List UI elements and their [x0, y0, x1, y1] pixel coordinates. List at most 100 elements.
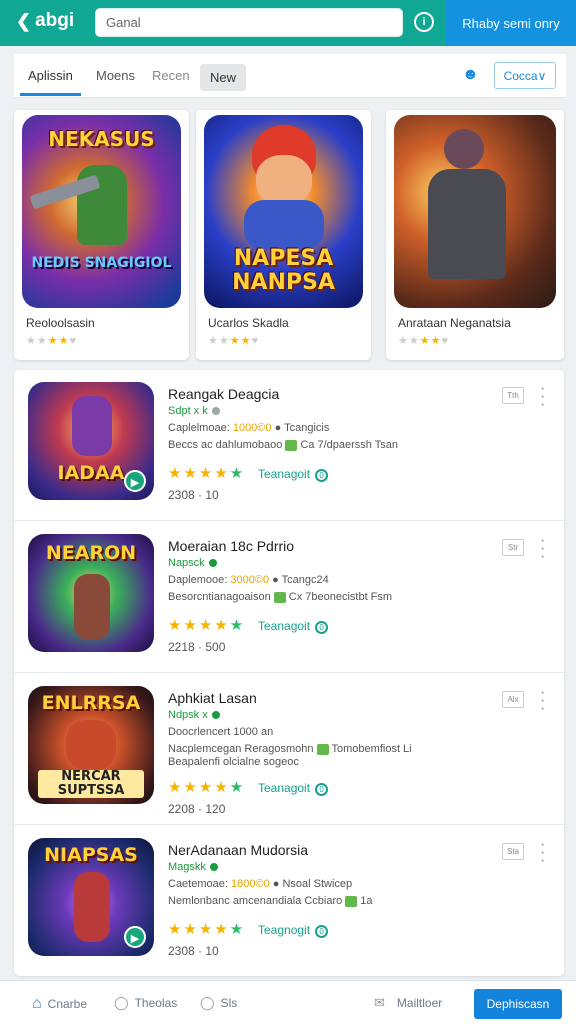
- thumb-title: NEARON: [45, 542, 137, 564]
- item-description: Nemlonbanc amcenandiala Ccbiaro 1a: [168, 895, 373, 907]
- app-thumbnail: NIAPSAS ▶: [28, 838, 154, 956]
- warrior-armor: [428, 169, 506, 279]
- item-title: NerAdanaan Mudorsia: [168, 842, 309, 858]
- star-rating: ★★★★★: [168, 465, 246, 482]
- tag-icon: [273, 591, 286, 603]
- featured-card[interactable]: NEKASUS NEDIS SNAGIGIOL Reoloolsasin ★★★…: [14, 110, 189, 360]
- play-badge-icon: ▶: [124, 926, 146, 948]
- search-input[interactable]: Ganal: [95, 8, 403, 37]
- star-rating: ★★★★★: [168, 779, 246, 796]
- nav-sls[interactable]: ◯ Sls: [200, 995, 237, 1011]
- rating-label: Teanagoit 0: [258, 467, 329, 482]
- art-title: NEKASUS: [48, 127, 155, 151]
- warrior-helmet: [444, 129, 484, 169]
- item-description: Nacplemcegan Reragosmohn Tomobemfiost Li: [168, 743, 412, 755]
- sort-dropdown[interactable]: Cocca∨: [494, 62, 556, 89]
- app-thumbnail: NEARON: [28, 534, 154, 652]
- list-item[interactable]: ENLRRSA NERCAR SUPTSSA Aphkiat Lasan Ndps…: [14, 674, 564, 825]
- tab-new[interactable]: New: [200, 64, 247, 91]
- app-thumbnail: ENLRRSA NERCAR SUPTSSA: [28, 686, 154, 804]
- star-rating: ★★★★★: [168, 617, 246, 634]
- list-item[interactable]: IADAA ▶ Reangak Deagcia Sdpt x k Caplelm…: [14, 370, 564, 521]
- game-art: NAPESA NANPSA: [204, 115, 363, 308]
- card-name: Anrataan Neganatsia: [398, 316, 511, 330]
- card-name: Reoloolsasin: [26, 316, 95, 330]
- game-art: [394, 115, 556, 308]
- chat-icon: ◯: [114, 995, 129, 1010]
- item-date: 2218 · 500: [168, 640, 226, 654]
- card-name: Ucarlos Skadla: [208, 316, 289, 330]
- app-list: IADAA ▶ Reangak Deagcia Sdpt x k Caplelm…: [14, 370, 564, 976]
- item-chip[interactable]: Sta: [502, 843, 524, 860]
- hero-figure: [74, 574, 110, 640]
- hero-body: [244, 200, 324, 250]
- featured-card[interactable]: NAPESA NANPSA Ucarlos Skadla ★★★★♥: [196, 110, 371, 360]
- rating-label: Teanagoit 0: [258, 619, 329, 634]
- more-options-icon[interactable]: · · ·: [540, 685, 545, 717]
- featured-card[interactable]: Anrataan Neganatsia ★★★★♥: [386, 110, 564, 360]
- bottom-nav: ⌂ Cnarbe ◯ Theolas ◯ Sls ✉ Mailtloer Dephisc…: [0, 980, 576, 1024]
- info-icon[interactable]: i: [414, 12, 434, 32]
- star-rating: ★★★★★: [168, 921, 246, 938]
- back-arrow-icon[interactable]: ❮: [16, 11, 31, 32]
- rating-label: Teagnogit 0: [258, 923, 329, 938]
- app-thumbnail: IADAA ▶: [28, 382, 154, 500]
- item-title: Aphkiat Lasan: [168, 690, 257, 706]
- title-banner: NERCAR SUPTSSA: [38, 770, 144, 798]
- hero-figure: [66, 720, 116, 770]
- hero-face: [256, 155, 312, 205]
- item-meta-line: Caetemoae: 1800©0 ● Nsoal Stwicep: [168, 878, 353, 890]
- list-item[interactable]: NEARON Moeraian 18c Pdrrio Napsck Daplem…: [14, 522, 564, 673]
- thumb-title: NIAPSAS: [44, 844, 138, 866]
- item-chip[interactable]: Alx: [502, 691, 524, 708]
- nav-mail[interactable]: ✉ Mailtloer: [374, 995, 442, 1011]
- tag-icon: [285, 439, 298, 451]
- logo-text: abgi: [35, 10, 75, 31]
- art-title: NAPESA NANPSA: [232, 246, 335, 295]
- item-date: 2308 · 10: [168, 488, 219, 502]
- tab-moens[interactable]: Moens: [88, 64, 143, 87]
- star-rating: ★★★★♥: [208, 335, 259, 347]
- item-chip[interactable]: Tth: [502, 387, 524, 404]
- item-developer: Sdpt x k: [168, 405, 220, 417]
- item-description: Besorcntianagoaison Cx 7beonecistbt Fsm: [168, 591, 393, 603]
- thumb-title: ENLRRSA: [41, 692, 141, 714]
- mail-icon: ✉: [374, 995, 385, 1010]
- tab-recen[interactable]: Recen: [144, 64, 198, 87]
- hero-figure: [74, 872, 110, 942]
- tag-icon: [316, 743, 329, 755]
- app-logo[interactable]: ❮ abgi: [16, 10, 74, 32]
- item-chip[interactable]: Str: [502, 539, 524, 556]
- art-subtitle: NEDIS SNAGIGIOL: [31, 255, 172, 271]
- tab-bar: Aplissin Moens Recen New ☻ Cocca∨: [14, 54, 566, 98]
- item-meta-line: Daplemooe: 3000©0 ● Tcangc24: [168, 574, 329, 586]
- comment-icon: ◯: [200, 995, 215, 1010]
- top-bar: ❮ abgi Ganal i Rhaby semi onry: [0, 0, 576, 46]
- game-art: NEKASUS NEDIS SNAGIGIOL: [22, 115, 181, 308]
- nav-home[interactable]: ⌂ Cnarbe: [32, 995, 87, 1013]
- item-description-extra: Beapalenfi olcialne sogeoc: [168, 756, 299, 768]
- list-item[interactable]: NIAPSAS ▶ NerAdanaan Mudorsia Magskk Cae…: [14, 826, 564, 977]
- item-date: 2308 · 10: [168, 944, 219, 958]
- more-options-icon[interactable]: · · ·: [540, 837, 545, 869]
- item-developer: Magskk: [168, 861, 218, 873]
- hero-figure: [72, 396, 112, 456]
- item-meta-line: Doocrlencert 1000 an: [168, 726, 274, 738]
- user-icon[interactable]: ☻: [462, 66, 479, 84]
- more-options-icon[interactable]: · · ·: [540, 533, 545, 565]
- nav-theolas[interactable]: ◯ Theolas: [114, 995, 177, 1011]
- item-developer: Napsck: [168, 557, 217, 569]
- item-developer: Ndpsk x: [168, 709, 220, 721]
- item-meta-line: Caplelmoae: 1000©0 ● Tcangicis: [168, 422, 330, 434]
- item-description: Beccs ac dahlumobaoo Ca 7/dpaerssh Tsan: [168, 439, 398, 451]
- more-options-icon[interactable]: · · ·: [540, 381, 545, 413]
- tag-icon: [345, 895, 358, 907]
- item-date: 2208 · 120: [168, 802, 226, 816]
- item-title: Reangak Deagcia: [168, 386, 280, 402]
- item-title: Moeraian 18c Pdrrio: [168, 538, 295, 554]
- header-action-button[interactable]: Rhaby semi onry: [446, 0, 576, 46]
- primary-action-button[interactable]: Dephiscasn: [474, 989, 562, 1019]
- star-rating: ★★★★♥: [398, 335, 449, 347]
- home-icon: ⌂: [32, 995, 42, 1012]
- tab-aplissin[interactable]: Aplissin: [20, 62, 81, 96]
